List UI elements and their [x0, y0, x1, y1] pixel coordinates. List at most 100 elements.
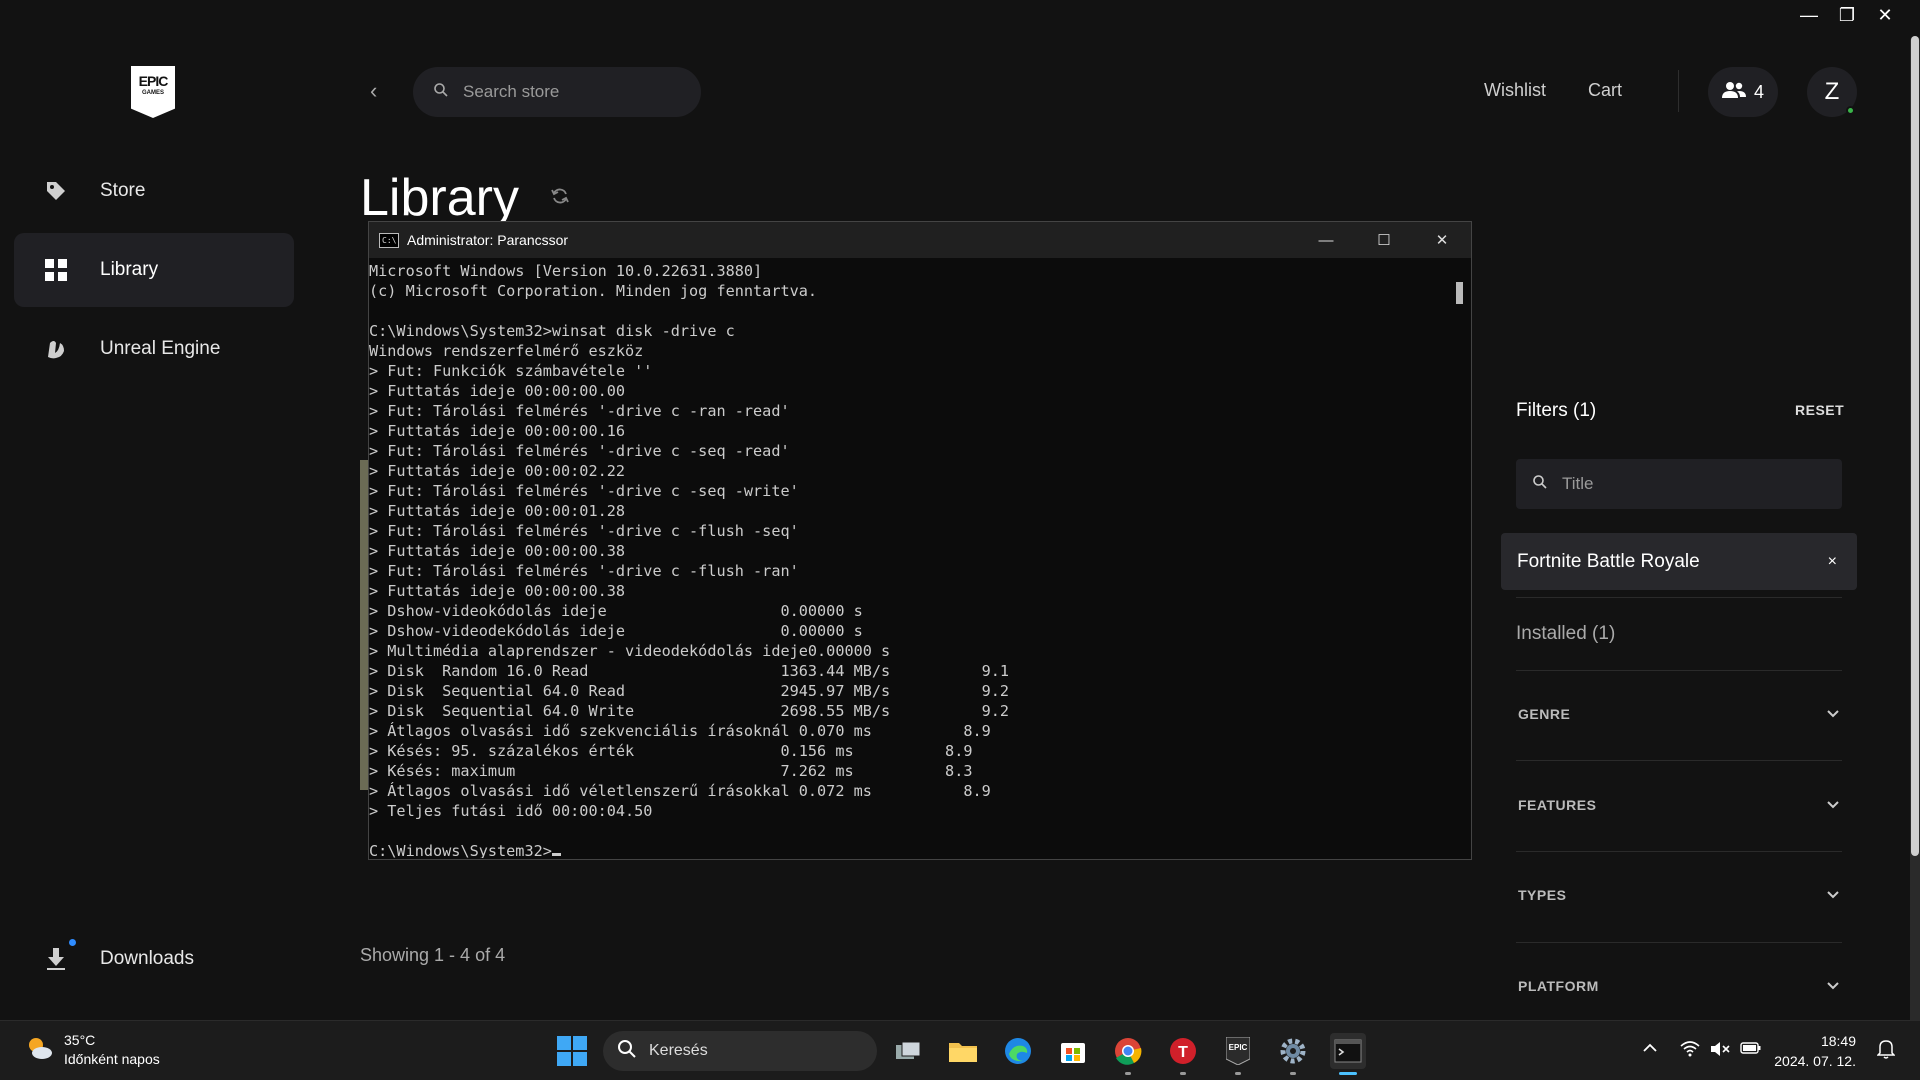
- logo-text-epic: EPIC: [138, 73, 169, 89]
- cmd-window-controls: — ☐ ✕: [1297, 222, 1471, 258]
- battery-icon[interactable]: [1740, 1041, 1762, 1060]
- search-icon: [1532, 474, 1548, 495]
- weather-widget[interactable]: 35°C Időnként napos: [24, 1031, 160, 1069]
- t-app-icon[interactable]: T: [1165, 1033, 1201, 1075]
- taskbar: 35°C Időnként napos Keresés T EPIC 18:49…: [0, 1020, 1920, 1080]
- page-scrollbar[interactable]: [1910, 36, 1920, 1036]
- chevron-up-icon[interactable]: [1642, 1041, 1658, 1059]
- filter-section-types[interactable]: TYPES: [1518, 887, 1840, 903]
- logo-text-games: GAMES: [141, 90, 164, 96]
- page-title: Library: [360, 169, 519, 227]
- filter-divider: [1516, 851, 1842, 852]
- cmd-line: > Disk Sequential 64.0 Read 2945.97 MB/s…: [369, 682, 1010, 700]
- cmd-output[interactable]: Microsoft Windows [Version 10.0.22631.38…: [369, 258, 1471, 858]
- cmd-line: > Késés: maximum 7.262 ms 8.3: [369, 762, 973, 780]
- minimize-button[interactable]: —: [1790, 0, 1828, 30]
- cmd-line: > Átlagos olvasási idő véletlenszerű írá…: [369, 782, 991, 800]
- command-prompt-window[interactable]: C:\ Administrator: Parancssor — ☐ ✕ Micr…: [368, 221, 1472, 860]
- chevron-down-icon: [1826, 887, 1840, 903]
- file-explorer-icon[interactable]: [945, 1033, 981, 1069]
- filter-divider: [1516, 942, 1842, 943]
- clock-date: 2024. 07. 12.: [1774, 1053, 1856, 1069]
- cart-link[interactable]: Cart: [1588, 80, 1622, 101]
- unreal-icon: [42, 335, 70, 363]
- search-icon: [433, 82, 449, 103]
- start-button[interactable]: [557, 1036, 587, 1066]
- epic-games-taskbar-icon[interactable]: EPIC: [1220, 1033, 1256, 1075]
- cmd-scrollbar-thumb[interactable]: [1456, 282, 1463, 304]
- sidebar-item-downloads[interactable]: Downloads: [14, 922, 294, 996]
- back-arrow-icon[interactable]: ‹: [370, 78, 377, 104]
- cmd-close-button[interactable]: ✕: [1413, 222, 1471, 258]
- notification-bell-icon[interactable]: [1876, 1039, 1896, 1064]
- cmd-line: > Disk Sequential 64.0 Write 2698.55 MB/…: [369, 702, 1010, 720]
- cmd-line: > Fut: Funkciók számbavétele '': [369, 362, 653, 380]
- cmd-line: > Futtatás ideje 00:00:00.00: [369, 382, 626, 400]
- filter-section-platform[interactable]: PLATFORM: [1518, 978, 1840, 994]
- scrollbar-thumb[interactable]: [1911, 36, 1919, 856]
- cmd-line: > Fut: Tárolási felmérés '-drive c -flus…: [369, 522, 799, 540]
- sidebar-item-unreal-engine[interactable]: Unreal Engine: [14, 312, 294, 386]
- sun-cloud-icon: [24, 1034, 54, 1067]
- edge-browser-icon[interactable]: [1000, 1033, 1036, 1069]
- running-indicator: [1180, 1072, 1186, 1075]
- cmd-line: Microsoft Windows [Version 10.0.22631.38…: [369, 262, 763, 280]
- cmd-line: > Dshow-videodekódolás ideje 0.00000 s: [369, 622, 863, 640]
- sidebar-item-label: Store: [100, 180, 146, 201]
- cmd-line: > Teljes futási idő 00:00:04.50: [369, 802, 653, 820]
- filter-section-label: FEATURES: [1518, 797, 1597, 813]
- remove-filter-icon[interactable]: ×: [1828, 553, 1837, 571]
- microsoft-store-icon[interactable]: [1055, 1033, 1091, 1069]
- filter-section-genre[interactable]: GENRE: [1518, 706, 1840, 722]
- cmd-line: > Futtatás ideje 00:00:01.28: [369, 502, 626, 520]
- volume-muted-icon[interactable]: [1710, 1041, 1730, 1062]
- cmd-line: (c) Microsoft Corporation. Minden jog fe…: [369, 282, 818, 300]
- filter-title-placeholder: Title: [1562, 474, 1594, 493]
- cmd-maximize-button[interactable]: ☐: [1355, 222, 1413, 258]
- close-button[interactable]: ✕: [1866, 0, 1904, 30]
- cmd-line: > Futtatás ideje 00:00:00.16: [369, 422, 626, 440]
- cmd-minimize-button[interactable]: —: [1297, 222, 1355, 258]
- taskbar-search[interactable]: Keresés: [603, 1031, 877, 1071]
- weather-temp: 35°C: [64, 1032, 96, 1048]
- filter-section-label: GENRE: [1518, 706, 1571, 722]
- filter-divider: [1516, 760, 1842, 761]
- download-icon: [42, 939, 76, 973]
- chevron-down-icon: [1826, 706, 1840, 722]
- cmd-line: C:\Windows\System32>winsat disk -drive c: [369, 322, 735, 340]
- reset-filters-button[interactable]: RESET: [1795, 402, 1844, 418]
- task-view-icon[interactable]: [890, 1033, 926, 1069]
- friends-button[interactable]: 4: [1708, 67, 1778, 117]
- filter-installed[interactable]: Installed (1): [1516, 623, 1615, 645]
- filter-section-features[interactable]: FEATURES: [1518, 797, 1840, 813]
- filter-title-input[interactable]: Title: [1516, 459, 1842, 509]
- running-indicator: [1235, 1072, 1241, 1075]
- cmd-line: > Késés: 95. százalékos érték 0.156 ms 8…: [369, 742, 973, 760]
- search-store-input[interactable]: Search store: [413, 67, 701, 117]
- terminal-icon[interactable]: [1330, 1033, 1366, 1075]
- cmd-line: > Futtatás ideje 00:00:00.38: [369, 582, 626, 600]
- sidebar-item-store[interactable]: Store: [14, 154, 294, 228]
- epic-games-logo[interactable]: EPIC GAMES: [131, 66, 175, 118]
- chrome-browser-icon[interactable]: [1110, 1033, 1146, 1075]
- system-clock[interactable]: 18:49 2024. 07. 12.: [1770, 1031, 1856, 1071]
- restore-button[interactable]: ❐: [1828, 0, 1866, 30]
- search-icon: [617, 1039, 637, 1064]
- filter-divider: [1516, 597, 1842, 598]
- wishlist-link[interactable]: Wishlist: [1484, 80, 1546, 101]
- friends-icon: [1721, 81, 1746, 104]
- cmd-line: > Futtatás ideje 00:00:00.38: [369, 542, 626, 560]
- downloads-label: Downloads: [100, 948, 194, 969]
- settings-gear-icon[interactable]: [1275, 1033, 1311, 1075]
- avatar[interactable]: Z: [1807, 67, 1857, 117]
- refresh-icon[interactable]: [550, 186, 570, 211]
- active-filter-label: Fortnite Battle Royale: [1517, 550, 1700, 572]
- tag-icon: [42, 177, 70, 205]
- active-filter-chip[interactable]: Fortnite Battle Royale ×: [1501, 533, 1857, 590]
- cmd-line: Windows rendszerfelmérő eszköz: [369, 342, 644, 360]
- sidebar-item-library[interactable]: Library: [14, 233, 294, 307]
- cmd-title-bar[interactable]: C:\ Administrator: Parancssor — ☐ ✕: [369, 222, 1471, 258]
- wifi-icon[interactable]: [1680, 1041, 1700, 1062]
- showing-count: Showing 1 - 4 of 4: [360, 945, 506, 965]
- running-indicator: [1290, 1072, 1296, 1075]
